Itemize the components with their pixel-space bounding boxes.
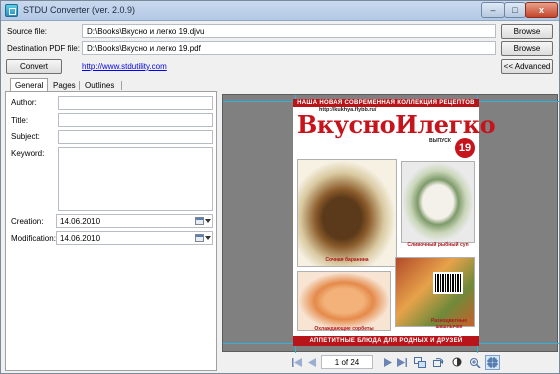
- subject-label: Subject:: [11, 132, 40, 141]
- chevron-down-icon[interactable]: [205, 236, 211, 240]
- close-button[interactable]: x: [525, 2, 558, 18]
- author-label: Author:: [11, 98, 37, 107]
- calendar-icon[interactable]: [195, 217, 204, 225]
- calendar-icon[interactable]: [195, 234, 204, 242]
- keyword-label: Keyword:: [11, 149, 45, 158]
- page-number-indicator[interactable]: 1 of 24: [321, 355, 373, 369]
- caption-fish-soup: Сливочный рыбный суп: [407, 242, 469, 248]
- prev-page-icon[interactable]: [305, 356, 319, 369]
- source-browse-button[interactable]: Browse: [501, 24, 553, 39]
- fish-soup-photo: [401, 161, 475, 243]
- issue-label: ВЫПУСК: [429, 138, 451, 144]
- convert-button[interactable]: Convert: [6, 59, 62, 74]
- tab-general[interactable]: General: [10, 78, 49, 92]
- destination-file-label: Destination PDF file:: [7, 44, 80, 53]
- subject-input[interactable]: [58, 130, 213, 144]
- fit-page-icon[interactable]: [412, 355, 427, 370]
- cover-title: ВкусноИлегко: [297, 110, 496, 139]
- source-file-label: Source file:: [7, 27, 48, 36]
- sorbet-photo: [297, 271, 391, 331]
- issue-number: 19: [455, 138, 475, 158]
- website-link[interactable]: http://www.stdutility.com: [82, 62, 167, 71]
- last-page-icon[interactable]: [395, 356, 409, 369]
- tab-separator: [79, 81, 80, 90]
- zoom-icon[interactable]: [450, 355, 465, 370]
- next-page-icon[interactable]: [381, 356, 395, 369]
- minimize-button[interactable]: –: [481, 2, 505, 18]
- caption-skewers: Разноцветные шашлычки: [431, 318, 467, 330]
- modification-date-value: 14.06.2010: [60, 234, 101, 243]
- zoom-in-icon[interactable]: [467, 355, 482, 370]
- grid-icon[interactable]: [485, 355, 500, 370]
- barcode-image: [433, 272, 463, 294]
- rotate-icon[interactable]: [430, 355, 445, 370]
- destination-browse-button[interactable]: Browse: [501, 41, 553, 56]
- first-page-icon[interactable]: [290, 356, 304, 369]
- caption-lamb: Сочная баранина: [325, 257, 369, 263]
- destination-file-field[interactable]: D:\Books\Вкусно и легко 19.pdf: [82, 41, 496, 55]
- app-icon: [5, 4, 18, 17]
- modification-date-picker[interactable]: 14.06.2010: [56, 231, 213, 245]
- cover-bottom-banner: АППЕТИТНЫЕ БЛЮДА ДЛЯ РОДНЫХ И ДРУЗЕЙ: [293, 336, 479, 346]
- tab-separator: [121, 81, 122, 90]
- maximize-button[interactable]: □: [504, 2, 526, 18]
- title-bar[interactable]: STDU Converter (ver. 2.0.9) – □ x: [1, 1, 559, 21]
- author-input[interactable]: [58, 96, 213, 110]
- chevron-down-icon[interactable]: [205, 219, 211, 223]
- page-preview[interactable]: НАША НОВАЯ СОВРЕМЕННАЯ КОЛЛЕКЦИЯ РЕЦЕПТО…: [222, 94, 559, 353]
- title-input[interactable]: [58, 113, 213, 127]
- creation-label: Creation:: [11, 217, 44, 226]
- lamb-dish-photo: [297, 159, 397, 267]
- keyword-textarea[interactable]: [58, 147, 213, 211]
- creation-date-picker[interactable]: 14.06.2010: [56, 214, 213, 228]
- caption-sorbet: Охлаждающие сорбеты: [314, 326, 374, 332]
- advanced-toggle-button[interactable]: << Advanced: [501, 59, 553, 74]
- source-file-field[interactable]: D:\Books\Вкусно и легко 19.djvu: [82, 24, 496, 38]
- magazine-cover-page: НАША НОВАЯ СОВРЕМЕННАЯ КОЛЛЕКЦИЯ РЕЦЕПТО…: [293, 99, 496, 346]
- creation-date-value: 14.06.2010: [60, 217, 101, 226]
- main-window: STDU Converter (ver. 2.0.9) – □ x Source…: [0, 0, 560, 374]
- modification-label: Modification:: [11, 234, 56, 243]
- cover-top-banner: НАША НОВАЯ СОВРЕМЕННАЯ КОЛЛЕКЦИЯ РЕЦЕПТО…: [293, 99, 479, 107]
- title-label: Title:: [11, 116, 29, 125]
- window-title: STDU Converter (ver. 2.0.9): [23, 5, 136, 15]
